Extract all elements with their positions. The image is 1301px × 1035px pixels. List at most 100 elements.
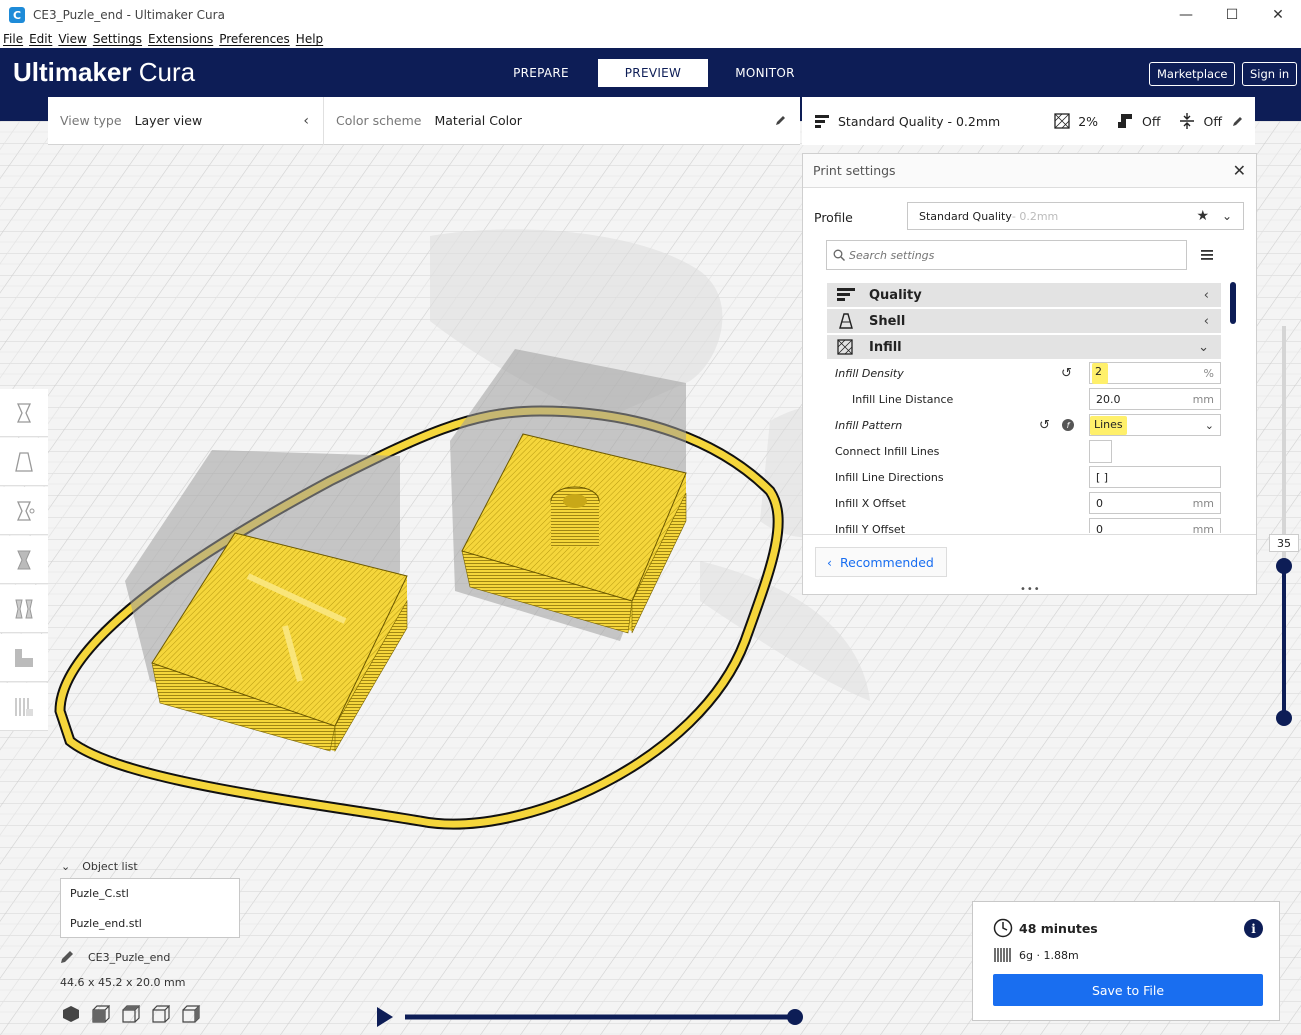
- infill-y-offset-value: 0: [1096, 522, 1103, 534]
- color-scheme-section[interactable]: Color scheme Material Color: [324, 97, 800, 145]
- marketplace-button[interactable]: Marketplace: [1149, 62, 1236, 86]
- profile-row: Profile: [814, 203, 853, 231]
- infill-line-distance-input[interactable]: 20.0 mm: [1089, 388, 1221, 410]
- material-usage-row: 6g · 1.88m: [993, 947, 1079, 963]
- menu-view[interactable]: View: [58, 32, 86, 46]
- chevron-down-icon: ⌄: [1198, 339, 1209, 355]
- infill-x-offset-input[interactable]: 0 mm: [1089, 492, 1221, 514]
- infill-pattern-value: Lines: [1090, 415, 1127, 435]
- pencil-icon[interactable]: [1232, 116, 1243, 127]
- object-list-item[interactable]: Puzle_end.stl: [61, 909, 239, 939]
- profile-summary[interactable]: Standard Quality - 0.2mm: [815, 114, 1000, 129]
- tab-monitor[interactable]: MONITOR: [710, 59, 820, 87]
- close-icon[interactable]: ✕: [1233, 161, 1246, 180]
- brand-logo: Ultimaker Cura: [13, 57, 196, 87]
- custom-supports-button[interactable]: [0, 683, 48, 731]
- print-settings-title: Print settings: [813, 163, 896, 178]
- move-tool-button[interactable]: [0, 389, 48, 437]
- mirror-icon: [17, 550, 31, 569]
- resize-handle-icon[interactable]: •••: [1020, 584, 1041, 595]
- search-settings-field[interactable]: [826, 240, 1187, 270]
- minimize-icon[interactable]: —: [1163, 0, 1209, 30]
- front-view-icon[interactable]: [92, 1005, 110, 1023]
- infill-line-directions-input[interactable]: [ ]: [1089, 466, 1221, 488]
- right-view-icon[interactable]: [182, 1005, 200, 1023]
- star-icon[interactable]: ★: [1196, 208, 1209, 224]
- menu-preferences[interactable]: Preferences: [219, 32, 290, 46]
- reset-icon[interactable]: ↺: [1061, 366, 1072, 381]
- sign-in-button[interactable]: Sign in: [1242, 62, 1298, 86]
- function-icon[interactable]: f: [1062, 419, 1074, 431]
- adhesion-icon: [1179, 113, 1194, 129]
- scale-tool-button[interactable]: [0, 438, 48, 486]
- object-list-item[interactable]: Puzle_C.stl: [61, 879, 239, 909]
- settings-scrollbar[interactable]: [1230, 282, 1236, 324]
- shell-icon: [839, 313, 853, 329]
- pencil-icon[interactable]: [775, 115, 786, 126]
- chevron-down-icon[interactable]: ⌄: [1222, 209, 1232, 223]
- left-view-icon[interactable]: [152, 1005, 170, 1023]
- infill-pattern-dropdown[interactable]: Lines ⌄: [1089, 414, 1221, 436]
- filament-icon: [994, 948, 1011, 962]
- tab-prepare[interactable]: PREPARE: [486, 59, 596, 87]
- category-shell-label: Shell: [869, 313, 906, 329]
- per-model-settings-button[interactable]: [0, 585, 48, 633]
- infill-x-offset-value: 0: [1096, 496, 1103, 510]
- divider: [803, 534, 1256, 535]
- mirror-tool-button[interactable]: [0, 536, 48, 584]
- project-name-row[interactable]: CE3_Puzle_end: [60, 950, 170, 964]
- window-titlebar: C CE3_Puzle_end - Ultimaker Cura — ☐ ✕: [0, 0, 1301, 30]
- search-input[interactable]: [849, 248, 1169, 262]
- category-quality[interactable]: Quality ‹: [827, 283, 1221, 307]
- quality-icon: [837, 288, 855, 301]
- maximize-icon[interactable]: ☐: [1209, 0, 1255, 30]
- view-type-section[interactable]: View type Layer view ‹: [48, 96, 324, 145]
- color-scheme-label: Color scheme: [336, 113, 422, 128]
- current-layer-field[interactable]: 35: [1269, 534, 1299, 552]
- category-shell[interactable]: Shell ‹: [827, 309, 1221, 333]
- object-list-header[interactable]: ⌄ Object list: [61, 860, 138, 873]
- print-setup-selector[interactable]: Standard Quality - 0.2mm 2% Off Off: [802, 97, 1255, 145]
- menu-file[interactable]: File: [3, 32, 23, 46]
- menu-settings[interactable]: Settings: [93, 32, 142, 46]
- adhesion-summary-value: Off: [1203, 113, 1222, 129]
- print-time-row: 48 minutes: [993, 918, 1098, 938]
- hamburger-menu-icon[interactable]: [1201, 249, 1213, 261]
- chevron-left-icon[interactable]: ‹: [303, 113, 309, 129]
- adhesion-summary[interactable]: Off: [1179, 113, 1222, 129]
- connect-infill-lines-checkbox[interactable]: [1089, 440, 1112, 463]
- rotate-icon: [16, 500, 35, 521]
- category-infill[interactable]: Infill ⌄: [827, 335, 1221, 359]
- menu-extensions[interactable]: Extensions: [148, 32, 213, 46]
- infill-density-value: 2: [1092, 362, 1108, 384]
- infill-x-offset-unit: mm: [1192, 496, 1214, 510]
- info-icon[interactable]: i: [1244, 919, 1263, 938]
- infill-summary[interactable]: 2%: [1054, 113, 1098, 129]
- rotate-tool-button[interactable]: [0, 487, 48, 535]
- per-model-settings-icon: [15, 599, 33, 618]
- view-type-value[interactable]: Layer view: [135, 113, 203, 128]
- category-infill-label: Infill: [869, 339, 902, 355]
- profile-summary-text: Standard Quality - 0.2mm: [838, 113, 1001, 129]
- infill-y-offset-input[interactable]: 0 mm: [1089, 518, 1221, 533]
- close-icon[interactable]: ✕: [1255, 0, 1301, 30]
- object-list-title: Object list: [82, 860, 138, 873]
- reset-icon[interactable]: ↺: [1039, 418, 1050, 433]
- save-to-file-button[interactable]: Save to File: [993, 974, 1263, 1006]
- recommended-button[interactable]: ‹ Recommended: [815, 547, 947, 577]
- category-quality-label: Quality: [869, 287, 922, 303]
- tab-preview[interactable]: PREVIEW: [598, 59, 708, 87]
- color-scheme-value[interactable]: Material Color: [434, 113, 521, 128]
- infill-icon: [1054, 113, 1070, 129]
- profile-dropdown[interactable]: Standard Quality - 0.2mm ★ ⌄: [907, 202, 1244, 230]
- menu-edit[interactable]: Edit: [29, 32, 52, 46]
- menu-help[interactable]: Help: [296, 32, 323, 46]
- window-title: CE3_Puzle_end - Ultimaker Cura: [33, 8, 225, 22]
- support-summary[interactable]: Off: [1117, 113, 1161, 129]
- quality-icon: [815, 115, 829, 128]
- 3d-view-icon[interactable]: [62, 1005, 80, 1023]
- infill-density-input[interactable]: 2 %: [1089, 362, 1221, 384]
- chevron-left-icon: ‹: [827, 554, 832, 570]
- top-view-icon[interactable]: [122, 1005, 140, 1023]
- support-blocker-button[interactable]: [0, 634, 48, 682]
